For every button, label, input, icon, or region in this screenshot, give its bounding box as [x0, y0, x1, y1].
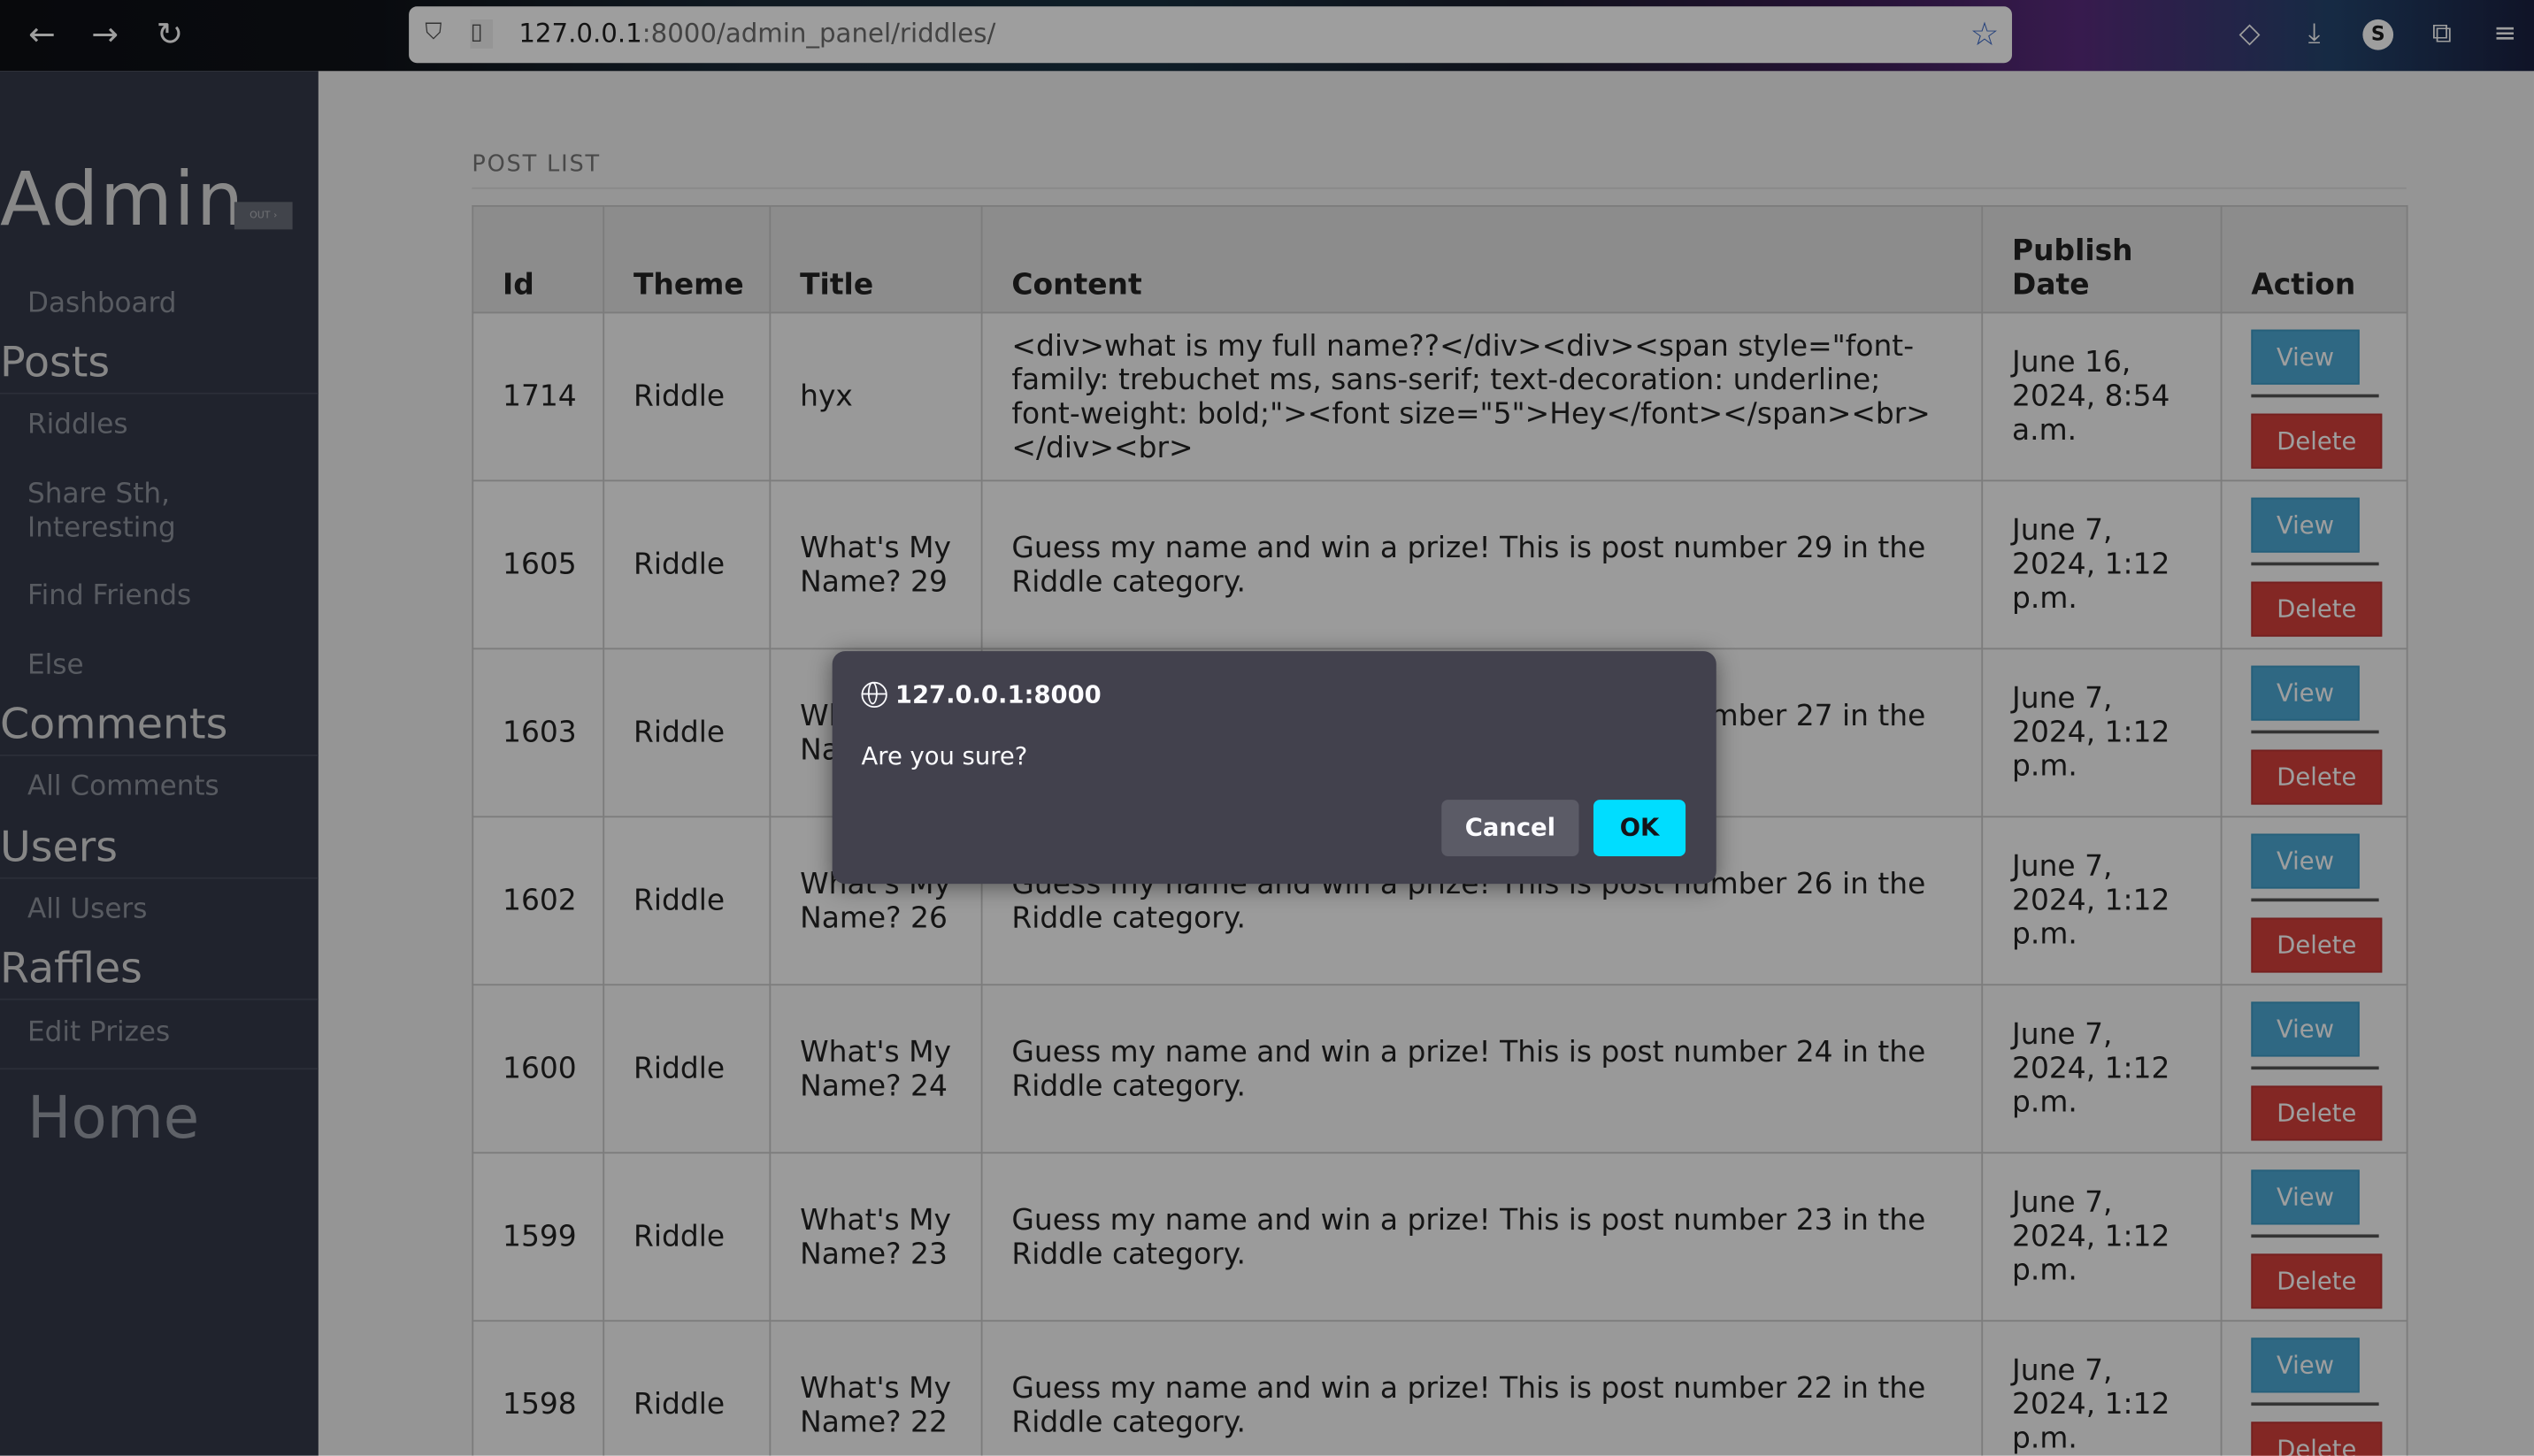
dialog-origin: 127.0.0.1:8000: [861, 679, 1102, 709]
globe-icon: [861, 681, 887, 709]
confirm-dialog: 127.0.0.1:8000 Are you sure? Cancel OK: [832, 651, 1716, 885]
cancel-button[interactable]: Cancel: [1441, 800, 1579, 857]
dialog-origin-text: 127.0.0.1:8000: [895, 679, 1102, 709]
dialog-message: Are you sure?: [861, 741, 1028, 771]
ok-button[interactable]: OK: [1593, 800, 1686, 857]
viewport: ← → ↻ ⛉ ▯ 127.0.0.1:8000/admin_panel/rid…: [0, 0, 2534, 1456]
